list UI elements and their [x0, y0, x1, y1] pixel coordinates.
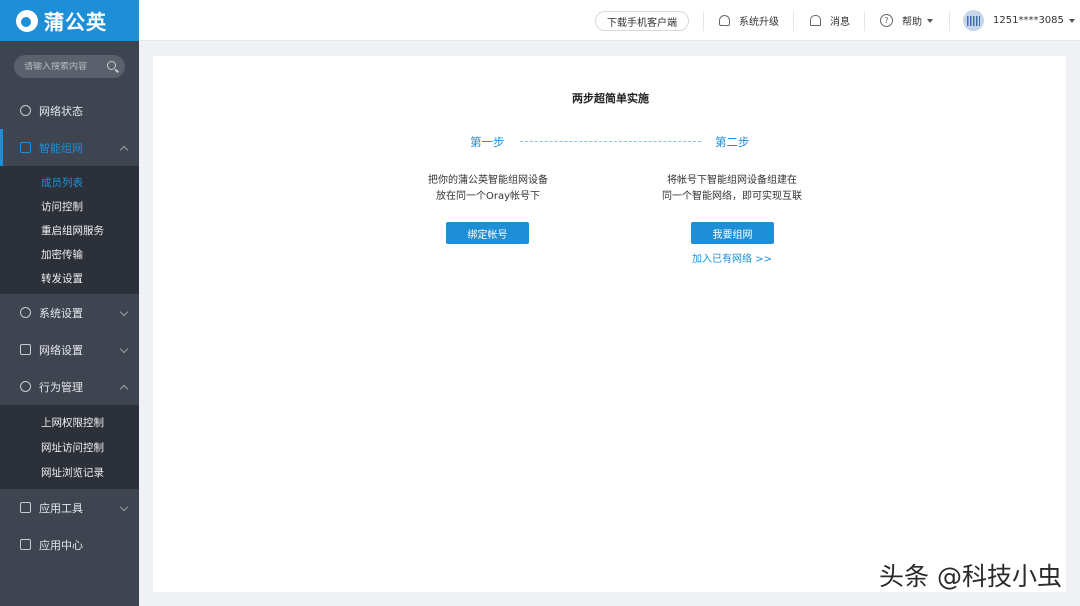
watermark: 头条 @科技小虫 — [879, 562, 1062, 591]
sidebar-item-behavior-management[interactable]: 行为管理 — [0, 368, 139, 405]
step-one-line-1: 把你的蒲公英智能组网设备 — [428, 175, 548, 186]
step-two-line-1: 将帐号下智能组网设备组建在 — [667, 175, 797, 186]
sidebar-item-label: 智能组网 — [39, 141, 83, 155]
submenu-behavior-management: 上网权限控制 网址访问控制 网址浏览记录 — [0, 405, 139, 489]
sidebar-item-network-settings[interactable]: 网络设置 — [0, 331, 139, 368]
avatar — [963, 10, 984, 31]
download-client-button[interactable]: 下载手机客户端 — [595, 11, 689, 31]
chevron-up-icon — [119, 145, 129, 155]
sidebar-search — [14, 55, 125, 78]
messages-button[interactable]: 消息 — [810, 0, 850, 41]
upgrade-button[interactable]: 系统升级 — [719, 0, 779, 41]
sidebar-item-label: 网络状态 — [39, 104, 83, 118]
chevron-down-icon — [119, 502, 129, 512]
sidebar-item-smart-networking[interactable]: 智能组网 — [0, 129, 139, 166]
gear-icon — [20, 307, 31, 318]
step-two-line-2: 同一个智能网络，即可实现互联 — [662, 191, 802, 202]
step-one-description: 把你的蒲公英智能组网设备 放在同一个Oray帐号下 — [388, 173, 588, 205]
cube-icon — [20, 539, 31, 550]
network-settings-icon — [20, 344, 31, 355]
help-menu[interactable]: ? 帮助 — [880, 0, 933, 41]
sidebar-item-label: 应用工具 — [39, 501, 83, 515]
messages-label: 消息 — [830, 17, 850, 28]
network-status-icon — [20, 105, 31, 116]
account-menu[interactable]: 1251****3085 — [963, 0, 1075, 41]
bell-icon — [810, 15, 821, 26]
step-connector — [520, 141, 701, 142]
step-two-description: 将帐号下智能组网设备组建在 同一个智能网络，即可实现互联 — [632, 173, 832, 205]
caret-down-icon — [1068, 18, 1075, 23]
upgrade-icon — [719, 15, 730, 26]
sidebar-subitem-encrypted-transfer[interactable]: 加密传输 — [0, 242, 139, 266]
sidebar-subitem-member-list[interactable]: 成员列表 — [0, 170, 139, 194]
sidebar-subitem-url-access-control[interactable]: 网址访问控制 — [0, 435, 139, 460]
search-input[interactable] — [24, 61, 104, 72]
sidebar-subitem-url-browsing-log[interactable]: 网址浏览记录 — [0, 460, 139, 485]
logo[interactable]: 蒲公英 — [0, 0, 139, 41]
chevron-up-icon — [119, 384, 129, 394]
topbar-divider — [949, 11, 950, 31]
create-network-button[interactable]: 我要组网 — [691, 222, 774, 244]
chevron-down-icon — [119, 307, 129, 317]
behavior-icon — [20, 381, 31, 392]
step-one-label: 第一步 — [470, 135, 505, 149]
sidebar-subitem-restart-service[interactable]: 重启组网服务 — [0, 218, 139, 242]
sidebar-item-system-settings[interactable]: 系统设置 — [0, 294, 139, 331]
help-icon: ? — [880, 14, 893, 27]
account-name: 1251****3085 — [993, 15, 1064, 26]
main-panel: 两步超简单实施 第一步 第二步 把你的蒲公英智能组网设备 放在同一个Oray帐号… — [152, 55, 1067, 593]
sidebar-item-label: 应用中心 — [39, 538, 83, 552]
page-title: 两步超简单实施 — [572, 92, 649, 105]
sidebar-item-label: 系统设置 — [39, 306, 83, 320]
sidebar: 蒲公英 网络状态 智能组网 成员列表 访问控制 重启组网服务 加密传输 转发设置… — [0, 0, 139, 606]
sidebar-item-label: 网络设置 — [39, 343, 83, 357]
networking-icon — [20, 142, 31, 153]
sidebar-menu: 网络状态 智能组网 成员列表 访问控制 重启组网服务 加密传输 转发设置 系统设… — [0, 92, 139, 563]
upgrade-label: 系统升级 — [739, 17, 779, 28]
dandelion-logo-icon — [16, 9, 38, 32]
topbar-divider — [703, 11, 704, 31]
topbar-divider — [793, 11, 794, 31]
sidebar-item-network-status[interactable]: 网络状态 — [0, 92, 139, 129]
step-one-line-2: 放在同一个Oray帐号下 — [435, 191, 541, 202]
sidebar-item-label: 行为管理 — [39, 380, 83, 394]
submenu-smart-networking: 成员列表 访问控制 重启组网服务 加密传输 转发设置 — [0, 166, 139, 294]
sidebar-item-app-center[interactable]: 应用中心 — [0, 526, 139, 563]
help-label: 帮助 — [902, 17, 922, 28]
caret-down-icon — [927, 18, 933, 23]
sidebar-subitem-access-control[interactable]: 访问控制 — [0, 194, 139, 218]
sidebar-subitem-forwarding[interactable]: 转发设置 — [0, 266, 139, 290]
join-network-link[interactable]: 加入已有网络 >> — [672, 250, 792, 265]
chevron-down-icon — [119, 344, 129, 354]
sidebar-subitem-internet-permission[interactable]: 上网权限控制 — [0, 410, 139, 435]
toolbox-icon — [20, 502, 31, 513]
brand-name: 蒲公英 — [44, 10, 107, 34]
topbar: 下载手机客户端 系统升级 消息 ? 帮助 1251****3085 — [139, 0, 1080, 41]
search-icon[interactable] — [107, 61, 116, 70]
sidebar-item-app-tools[interactable]: 应用工具 — [0, 489, 139, 526]
topbar-divider — [864, 11, 865, 31]
bind-account-button[interactable]: 绑定帐号 — [446, 222, 529, 244]
step-two-label: 第二步 — [715, 135, 750, 149]
